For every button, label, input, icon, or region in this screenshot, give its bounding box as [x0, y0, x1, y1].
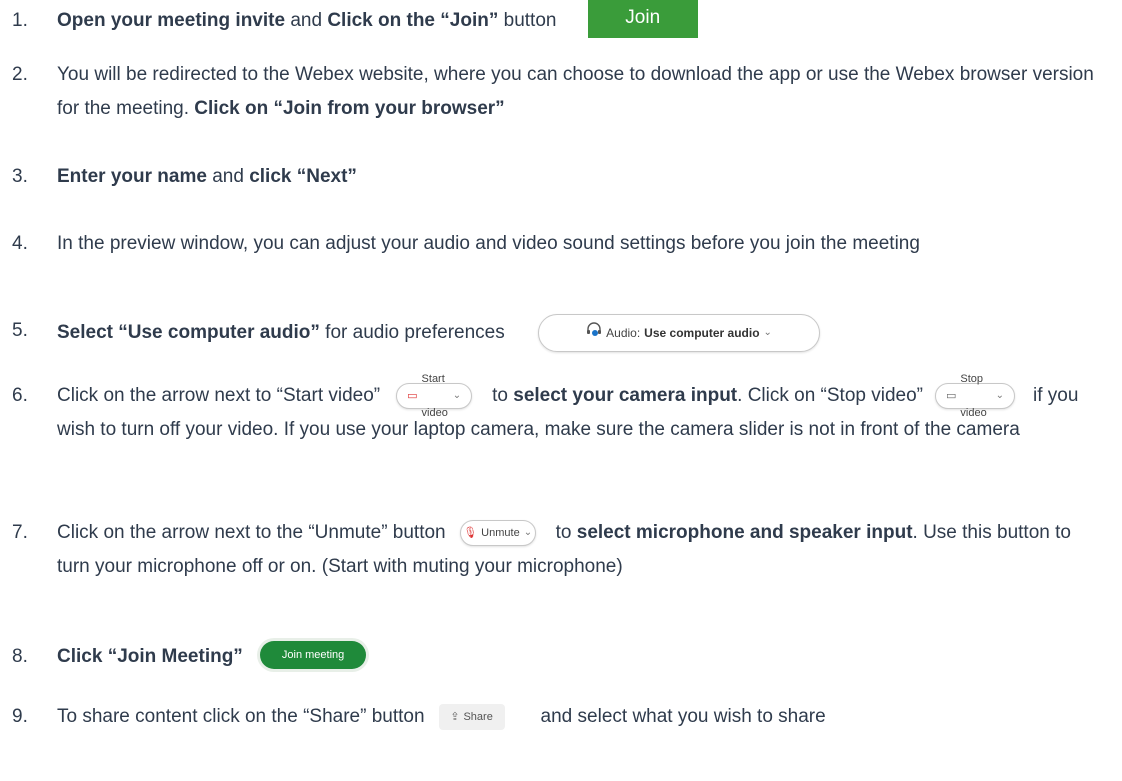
step-text-bold: select microphone and speaker input [576, 522, 913, 543]
chevron-down-icon: ⌄ [995, 389, 1004, 401]
step-number: 1. [12, 10, 28, 31]
video-icon: ▭ [946, 389, 957, 402]
microphone-icon: 🎙 [463, 526, 478, 539]
step-text: to [555, 522, 577, 543]
step-text-bold: Select “Use computer audio” [57, 322, 320, 344]
step-9: 9. To share content click on the “Share”… [12, 700, 1106, 734]
share-button[interactable]: ⇪ Share [438, 703, 505, 730]
headset-icon [586, 316, 602, 350]
share-icon: ⇪ [450, 710, 460, 723]
step-text-bold: Open your meeting invite [57, 10, 286, 32]
step-text: and [206, 166, 250, 187]
step-text-bold: Enter your name [57, 166, 207, 187]
unmute-button[interactable]: 🎙 Unmute ⌄ [459, 519, 536, 546]
step-number: 8. [12, 646, 28, 667]
step-text-bold: Click on “Join from your browser” [194, 98, 505, 119]
step-7: 7. Click on the arrow next to the “Unmut… [12, 516, 1106, 584]
join-button[interactable]: Join [587, 0, 698, 38]
chevron-down-icon: ⌄ [763, 327, 772, 338]
step-text: and select what you wish to share [540, 706, 826, 727]
step-3: 3. Enter your name and click “Next” [12, 160, 1106, 194]
step-6: 6. Click on the arrow next to “Start vid… [12, 373, 1106, 447]
step-number: 2. [12, 64, 28, 85]
audio-label: Audio: [606, 326, 641, 340]
step-number: 5. [12, 320, 28, 341]
stop-video-button[interactable]: ▭ Stop video ⌄ [935, 373, 1015, 419]
step-text: In the preview window, you can adjust yo… [57, 233, 920, 254]
step-text-bold: Click on the “Join” [327, 10, 499, 32]
audio-value: Use computer audio [644, 326, 760, 340]
step-text: To share content click on the “Share” bu… [57, 706, 425, 727]
step-number: 9. [12, 706, 28, 727]
video-off-icon: ▭ [407, 389, 418, 402]
step-text: Click on the arrow next to “Start video” [57, 385, 381, 406]
step-text: . Click on “Stop video” [737, 385, 923, 406]
step-5: 5. Select “Use computer audio” for audio… [12, 314, 1106, 352]
step-number: 6. [12, 385, 28, 406]
step-number: 3. [12, 166, 28, 187]
step-4: 4. In the preview window, you can adjust… [12, 227, 1106, 261]
step-number: 7. [12, 522, 28, 543]
step-text: and [285, 10, 328, 32]
audio-select-button[interactable]: Audio: Use computer audio ⌄ [538, 314, 821, 352]
join-meeting-button[interactable]: Join meeting [260, 640, 367, 669]
step-text: Click on the arrow next to the “Unmute” … [57, 522, 446, 543]
chevron-down-icon: ⌄ [452, 389, 462, 401]
step-text: button [498, 10, 557, 32]
step-text: for audio preferences [319, 322, 505, 344]
start-video-button[interactable]: ▭ Start video ⌄ [396, 373, 473, 419]
step-text-bold: Click “Join Meeting” [57, 646, 243, 667]
step-2: 2. You will be redirected to the Webex w… [12, 58, 1106, 126]
step-text: to [492, 385, 514, 406]
step-number: 4. [12, 233, 28, 254]
step-text-bold: select your camera input [513, 385, 738, 406]
chevron-down-icon: ⌄ [523, 526, 533, 538]
step-text-bold: click “Next” [249, 166, 357, 187]
step-1: 1. Open your meeting invite and Click on… [12, 0, 1106, 38]
step-8: 8. Click “Join Meeting” Join meeting [12, 640, 1106, 674]
unmute-label: Unmute [481, 526, 520, 539]
share-label: Share [463, 710, 493, 723]
